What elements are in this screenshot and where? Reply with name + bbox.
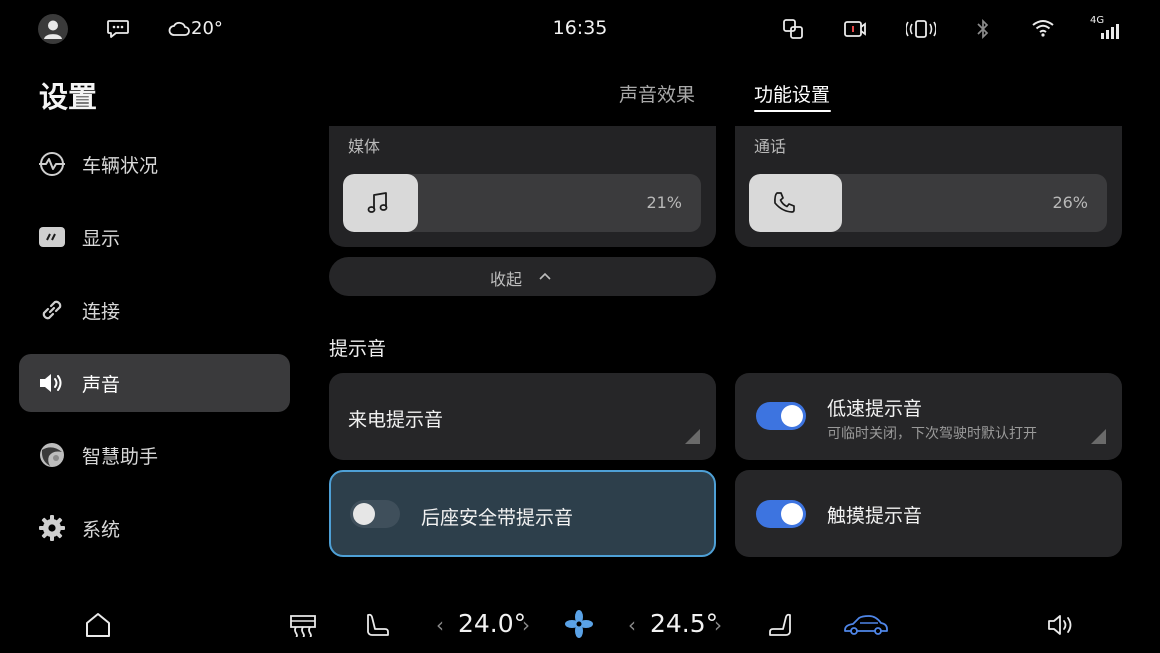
wifi-icon[interactable] — [1031, 18, 1055, 38]
media-volume-value: 21% — [646, 193, 682, 212]
seat-heat-right-icon[interactable] — [767, 611, 795, 639]
left-temperature: 24.0° — [458, 609, 527, 638]
toggle-knob — [781, 503, 803, 525]
screen-mirror-icon[interactable] — [782, 18, 804, 40]
sidebar-item-display[interactable]: 显示 — [19, 208, 290, 266]
call-volume-card: 通话 26% — [735, 126, 1122, 247]
touch-tone-card: 触摸提示音 — [735, 470, 1122, 557]
tab-function-settings[interactable]: 功能设置 — [754, 80, 830, 107]
sidebar-item-assistant[interactable]: 智慧助手 — [19, 426, 290, 484]
section-title-alert-tones: 提示音 — [329, 338, 387, 360]
gear-icon — [38, 514, 66, 542]
left-temp-down-arrow[interactable]: ‹ — [436, 613, 444, 637]
home-icon[interactable] — [84, 611, 112, 638]
link-icon — [38, 296, 66, 324]
touch-tone-title: 触摸提示音 — [827, 505, 923, 527]
display-icon — [38, 223, 66, 251]
call-volume-value: 26% — [1052, 193, 1088, 212]
page-title: 设置 — [39, 80, 98, 114]
phone-icon — [771, 190, 797, 216]
collapse-button[interactable]: 收起 — [329, 257, 716, 296]
avatar[interactable] — [38, 14, 68, 44]
rear-defrost-icon[interactable] — [288, 613, 318, 637]
active-tab-indicator — [754, 110, 831, 112]
tab-sound-effects[interactable]: 声音效果 — [619, 80, 695, 107]
corner-expand-icon — [685, 429, 700, 444]
collapse-label: 收起 — [490, 270, 523, 289]
low-speed-tone-toggle[interactable] — [756, 402, 806, 430]
car-icon[interactable] — [843, 613, 889, 637]
rear-seatbelt-tone-title: 后座安全带提示音 — [421, 507, 574, 529]
touch-tone-toggle[interactable] — [756, 500, 806, 528]
low-speed-tone-title: 低速提示音 — [827, 398, 923, 420]
right-temp-up-arrow[interactable]: › — [714, 613, 722, 637]
chevron-up-icon — [538, 269, 552, 283]
fan-icon[interactable] — [565, 610, 593, 638]
incoming-call-tone-card[interactable]: 来电提示音 — [329, 373, 716, 460]
sidebar-item-label: 系统 — [82, 519, 121, 541]
sidebar-item-label: 智慧助手 — [82, 446, 159, 468]
left-temp-up-arrow[interactable]: › — [522, 613, 530, 637]
sidebar-item-system[interactable]: 系统 — [19, 499, 290, 557]
vehicle-status-icon — [38, 150, 66, 178]
toggle-knob — [353, 503, 375, 525]
cellular-signal-icon — [1100, 22, 1124, 39]
cloud-icon — [168, 21, 190, 37]
right-temp-down-arrow[interactable]: ‹ — [628, 613, 636, 637]
avatar-icon — [44, 20, 62, 39]
media-volume-label: 媒体 — [348, 137, 381, 156]
vibrate-icon[interactable] — [906, 18, 936, 40]
call-volume-slider[interactable]: 26% — [749, 174, 1107, 232]
media-volume-card: 媒体 21% — [329, 126, 716, 247]
rear-seatbelt-tone-card: 后座安全带提示音 — [329, 470, 716, 557]
music-note-icon — [365, 190, 391, 216]
sidebar-item-label: 连接 — [82, 301, 121, 323]
sidebar-item-connect[interactable]: 连接 — [19, 281, 290, 339]
sidebar-item-vehicle-status[interactable]: 车辆状况 — [19, 135, 290, 193]
volume-icon[interactable] — [1047, 613, 1077, 637]
assistant-icon — [38, 441, 66, 469]
sidebar-item-sound[interactable]: 声音 — [19, 354, 290, 412]
call-volume-label: 通话 — [754, 137, 787, 156]
sidebar-item-label: 显示 — [82, 228, 121, 250]
low-speed-tone-subtitle: 可临时关闭，下次驾驶时默认打开 — [827, 426, 1037, 442]
rear-seatbelt-tone-toggle[interactable] — [350, 500, 400, 528]
speaker-icon — [38, 369, 66, 397]
weather-temperature: 20° — [191, 18, 223, 39]
bluetooth-icon[interactable] — [975, 18, 991, 40]
dashcam-icon[interactable] — [843, 19, 867, 39]
toggle-knob — [781, 405, 803, 427]
media-volume-slider[interactable]: 21% — [343, 174, 701, 232]
corner-expand-icon — [1091, 429, 1106, 444]
seat-heat-left-icon[interactable] — [363, 611, 391, 639]
clock: 16:35 — [552, 17, 608, 39]
incoming-call-tone-title: 来电提示音 — [348, 409, 444, 431]
call-volume-fill[interactable] — [749, 174, 842, 232]
sidebar-item-label: 车辆状况 — [82, 155, 159, 177]
message-icon[interactable] — [106, 18, 130, 40]
low-speed-tone-card: 低速提示音 可临时关闭，下次驾驶时默认打开 — [735, 373, 1122, 460]
sidebar-item-label: 声音 — [82, 374, 121, 396]
media-volume-fill[interactable] — [343, 174, 418, 232]
right-temperature: 24.5° — [650, 609, 719, 638]
